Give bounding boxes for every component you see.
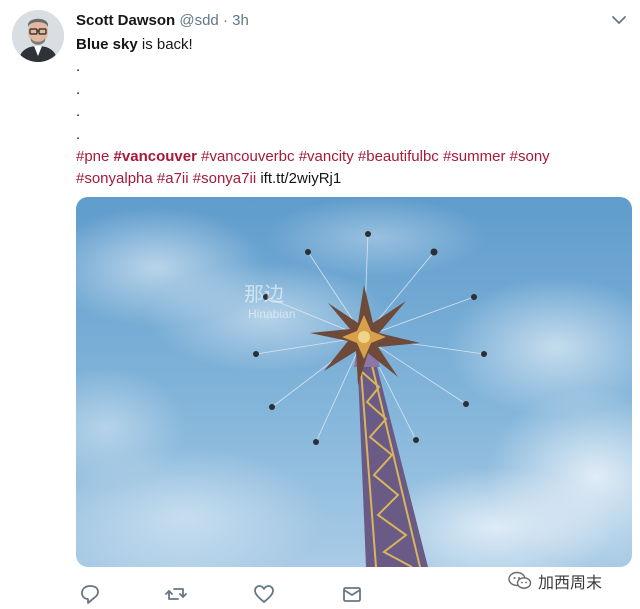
author-name[interactable]: Scott Dawson	[76, 12, 175, 29]
tweet-dot: .	[76, 103, 81, 121]
retweet-icon[interactable]	[164, 582, 188, 606]
hashtag-link[interactable]: #pne	[76, 148, 109, 165]
wechat-watermark: 加西周末	[508, 568, 602, 594]
tweet-text-bold: Blue sky	[76, 36, 138, 53]
hashtag-link[interactable]: #vancouverbc	[201, 148, 294, 165]
tweet-dot: .	[76, 80, 81, 98]
tweet-dot: .	[76, 58, 81, 76]
wechat-icon	[508, 571, 532, 589]
tweet-header: Scott Dawson @sdd · 3h	[76, 12, 249, 30]
reply-icon[interactable]	[78, 582, 102, 606]
hashtag-link[interactable]: #a7ii	[157, 170, 189, 187]
author-handle[interactable]: @sdd	[179, 12, 218, 29]
photo-watermark-latin: Hinabian	[248, 307, 296, 321]
avatar[interactable]	[12, 10, 64, 62]
hashtag-link[interactable]: #vancity	[299, 148, 354, 165]
hashtag-link[interactable]: #summer	[443, 148, 506, 165]
photo-swing-ride	[76, 197, 632, 567]
chevron-down-icon[interactable]	[608, 9, 630, 31]
external-link[interactable]: ift.tt/2wiyRj1	[260, 170, 341, 187]
hashtag-link[interactable]: #beautifulbc	[358, 148, 439, 165]
wechat-account-name: 加西周末	[538, 573, 603, 592]
hashtag-link[interactable]: #sony	[510, 148, 550, 165]
tweet-text-rest: is back!	[137, 36, 193, 53]
hashtag-link[interactable]: #sonyalpha	[76, 170, 153, 187]
tweet-text: Blue sky is back! . . . . #pne #vancouve…	[76, 34, 616, 191]
hashtag-link[interactable]: #sonya7ii	[193, 170, 256, 187]
separator: ·	[222, 12, 228, 29]
tweet-dot: .	[76, 125, 81, 143]
message-icon[interactable]	[340, 582, 364, 606]
timestamp[interactable]: 3h	[232, 12, 249, 29]
photo-watermark: 那边	[244, 284, 284, 306]
like-icon[interactable]	[252, 582, 276, 606]
hashtag-link[interactable]: #vancouver	[114, 148, 197, 165]
tweet-photo[interactable]: 那边 Hinabian	[76, 197, 632, 567]
